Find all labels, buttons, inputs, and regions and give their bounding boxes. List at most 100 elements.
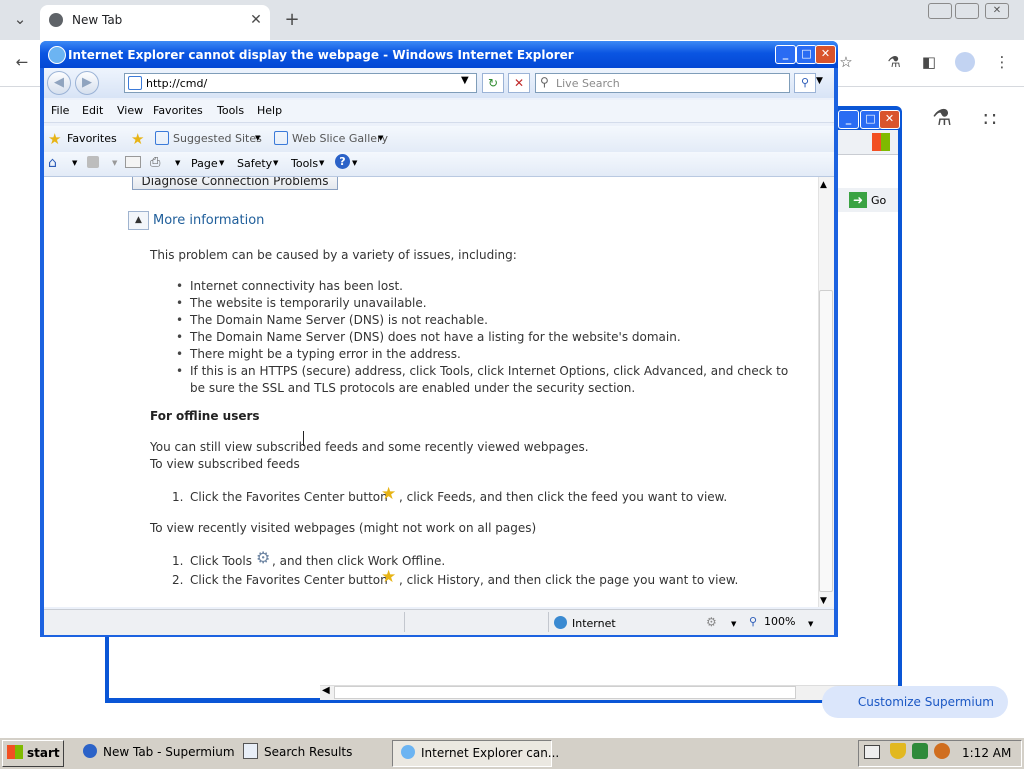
more-information-link[interactable]: More information <box>153 213 264 228</box>
zoom-dropdown-icon[interactable]: ▼ <box>808 620 813 628</box>
menu-help[interactable]: Help <box>257 104 282 117</box>
security-shield-icon[interactable] <box>890 743 906 759</box>
collapse-icon[interactable]: ▲ <box>128 211 149 230</box>
go-arrow-icon: ➜ <box>849 192 867 208</box>
web-slice-dropdown-icon[interactable]: ▼ <box>378 134 383 142</box>
tools-dropdown-icon[interactable]: ▼ <box>319 159 324 167</box>
customize-browser-chip[interactable]: Customize Supermium <box>822 686 1008 718</box>
home-dropdown-icon[interactable]: ▼ <box>72 159 77 167</box>
back-icon[interactable]: ← <box>10 50 34 74</box>
profile-icon[interactable] <box>955 52 975 72</box>
tray-app-icon[interactable] <box>934 743 950 759</box>
horizontal-scroll-thumb[interactable] <box>334 686 796 699</box>
recent-step-1-text-b: , and then click Work Offline. <box>272 554 446 568</box>
go-button[interactable]: Go <box>871 194 886 207</box>
back-close-button[interactable]: ✕ <box>879 110 900 129</box>
feeds-dropdown-icon[interactable]: ▼ <box>112 159 117 167</box>
tools-menu[interactable]: Tools <box>291 157 318 170</box>
print-icon[interactable]: ⎙ <box>150 155 160 170</box>
stop-icon[interactable]: ✕ <box>508 73 530 93</box>
refresh-icon[interactable]: ↻ <box>482 73 504 93</box>
ie-maximize-button[interactable]: □ <box>796 45 817 64</box>
start-label: start <box>27 746 60 760</box>
taskbar-button-supermium[interactable]: New Tab - Supermium <box>80 740 235 765</box>
tab-close-icon[interactable]: ✕ <box>244 8 268 32</box>
taskbar-button-label: Search Results <box>264 745 353 759</box>
search-go-icon[interactable]: ⚲ <box>794 73 816 93</box>
mail-icon[interactable] <box>125 156 141 168</box>
network-icon[interactable] <box>912 743 928 759</box>
add-favorite-icon[interactable]: ★ <box>131 130 144 148</box>
text-cursor <box>303 431 304 446</box>
sidebar-icon[interactable]: ◧ <box>917 50 941 74</box>
feeds-step-text-a: Click the Favorites Center button <box>190 490 388 504</box>
taskbar-button-search-results[interactable]: Search Results <box>240 740 390 765</box>
ie-minimize-button[interactable]: _ <box>775 45 796 64</box>
web-slice-gallery-link[interactable]: Web Slice Gallery <box>292 132 388 145</box>
zoom-level[interactable]: 100% <box>764 615 795 628</box>
recent-step-1-text-a: Click Tools <box>190 554 252 568</box>
menu-view[interactable]: View <box>117 104 143 117</box>
vertical-scroll-thumb[interactable] <box>819 290 833 592</box>
search-options-icon[interactable]: ▼ <box>816 76 823 86</box>
back-maximize-button[interactable]: □ <box>860 110 881 129</box>
protected-mode-icon[interactable]: ⚙ <box>706 615 717 629</box>
list-item: The Domain Name Server (DNS) is not reac… <box>176 312 796 329</box>
list-item: Internet connectivity has been lost. <box>176 278 796 295</box>
minimize-button[interactable] <box>928 3 952 19</box>
scroll-left-icon[interactable]: ◀ <box>322 685 330 696</box>
page-menu[interactable]: Page <box>191 157 218 170</box>
close-button[interactable]: ✕ <box>985 3 1009 19</box>
labs-flask-icon[interactable]: ⚗ <box>930 107 954 131</box>
page-dropdown-icon[interactable]: ▼ <box>219 159 224 167</box>
kebab-menu-icon[interactable]: ⋮ <box>990 50 1014 74</box>
back-minimize-button[interactable]: _ <box>838 110 859 129</box>
feeds-step-number: 1. <box>172 490 184 504</box>
apps-grid-icon[interactable]: ∷ <box>978 107 1002 131</box>
list-item: The website is temporarily unavailable. <box>176 295 796 312</box>
help-dropdown-icon[interactable]: ▼ <box>352 159 357 167</box>
tab-search-icon[interactable]: ⌄ <box>8 7 32 31</box>
safety-dropdown-icon[interactable]: ▼ <box>273 159 278 167</box>
suggested-sites-dropdown-icon[interactable]: ▼ <box>255 134 260 142</box>
address-dropdown-icon[interactable]: ▼ <box>461 75 469 86</box>
ie-window-title: Internet Explorer cannot display the web… <box>68 48 574 62</box>
tools-gear-icon: ⚙ <box>256 548 271 567</box>
ie-close-button[interactable]: ✕ <box>815 45 836 64</box>
offline-text-1: You can still view subscribed feeds and … <box>150 440 589 454</box>
menu-tools[interactable]: Tools <box>217 104 244 117</box>
offline-text-2: To view subscribed feeds <box>150 457 300 471</box>
feeds-icon[interactable] <box>87 156 99 168</box>
recent-step-2-text-a: Click the Favorites Center button <box>190 573 388 587</box>
home-icon[interactable]: ⌂ <box>48 155 57 171</box>
print-dropdown-icon[interactable]: ▼ <box>175 159 180 167</box>
favorites-button[interactable]: Favorites <box>67 132 117 145</box>
zone-label: Internet <box>572 617 616 630</box>
recent-step-1-number: 1. <box>172 554 184 568</box>
recent-heading: To view recently visited webpages (might… <box>150 521 537 535</box>
suggested-sites-link[interactable]: Suggested Sites <box>173 132 262 145</box>
start-button[interactable]: start <box>2 740 64 767</box>
restore-button[interactable] <box>955 3 979 19</box>
help-icon[interactable]: ? <box>335 154 350 169</box>
flask-icon[interactable]: ⚗ <box>882 50 906 74</box>
scroll-up-icon[interactable]: ▲ <box>820 180 827 190</box>
ie-forward-icon[interactable]: ▶ <box>75 71 99 95</box>
menu-favorites[interactable]: Favorites <box>153 104 203 117</box>
ie-taskbar-icon <box>401 745 415 759</box>
ie-back-icon[interactable]: ◀ <box>47 71 71 95</box>
protected-mode-dropdown-icon[interactable]: ▼ <box>731 620 736 628</box>
favorites-star-icon: ★ <box>48 130 62 148</box>
new-tab-button[interactable]: + <box>280 8 304 32</box>
safety-menu[interactable]: Safety <box>237 157 272 170</box>
menu-file[interactable]: File <box>51 104 69 117</box>
address-input[interactable]: http://cmd/ <box>146 77 207 90</box>
list-item: The Domain Name Server (DNS) does not ha… <box>176 329 796 346</box>
page-icon <box>128 76 142 90</box>
menu-edit[interactable]: Edit <box>82 104 103 117</box>
scroll-down-icon[interactable]: ▼ <box>820 596 827 606</box>
ie-logo-icon <box>48 46 66 64</box>
taskbar-button-ie[interactable]: Internet Explorer can... <box>392 740 559 767</box>
keyboard-icon[interactable] <box>864 745 880 759</box>
status-divider <box>404 612 405 632</box>
